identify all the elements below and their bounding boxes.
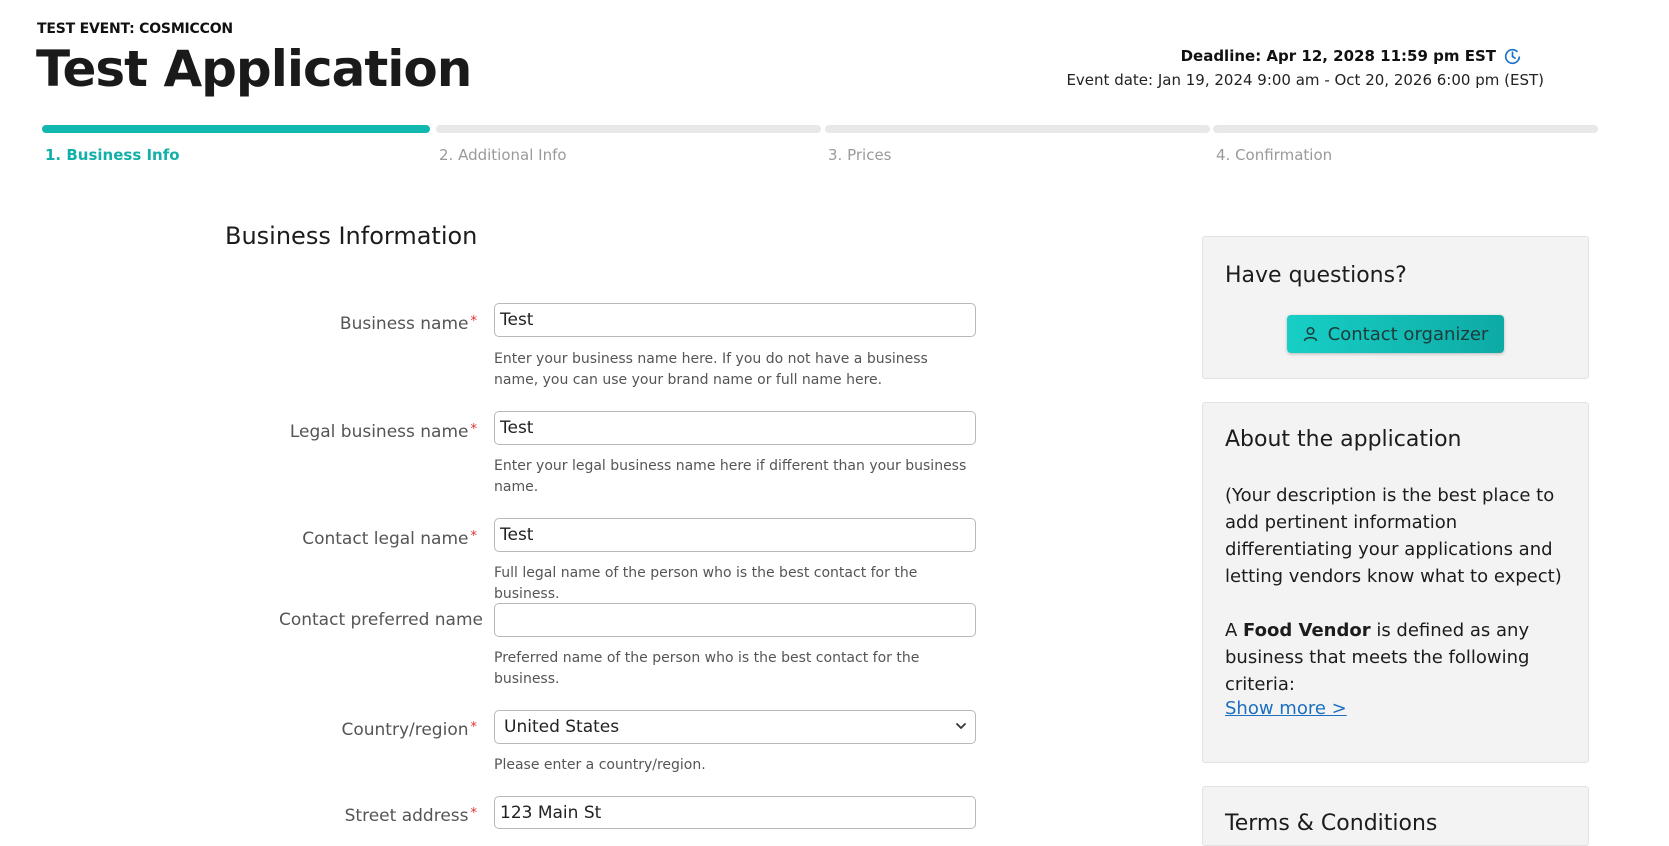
step-additional-info[interactable]: 2. Additional Info: [439, 146, 567, 164]
business-name-help: Enter your business name here. If you do…: [494, 351, 928, 388]
legal-business-name-label-text: Legal business name: [289, 422, 469, 442]
chevron-down-icon: [956, 723, 966, 729]
step-business-info[interactable]: 1. Business Info: [45, 146, 180, 164]
street-address-input[interactable]: 123 Main St: [494, 796, 976, 829]
country-region-label: Country/region *: [341, 720, 477, 740]
required-mark: *: [470, 720, 478, 735]
business-name-label-text: Business name: [339, 314, 469, 334]
step-confirmation[interactable]: 4. Confirmation: [1216, 146, 1332, 164]
country-region-value: United States: [504, 717, 620, 737]
country-region-help: Please enter a country/region.: [494, 757, 706, 773]
street-address-label-text: Street address: [344, 806, 469, 826]
about-description: (Your description is the best place to a…: [1225, 485, 1562, 587]
food-vendor-term: Food Vendor: [1243, 620, 1371, 641]
street-address-label: Street address *: [345, 806, 477, 826]
country-region-label-text: Country/region: [341, 720, 469, 740]
about-title: About the application: [1225, 427, 1462, 452]
contact-organizer-label: Contact organizer: [1327, 323, 1489, 345]
required-mark: *: [470, 806, 478, 821]
step-prices[interactable]: 3. Prices: [828, 146, 892, 164]
event-date: Event date: Jan 19, 2024 9:00 am - Oct 2…: [1066, 71, 1544, 89]
legal-business-name-help: Enter your legal business name here if d…: [494, 458, 967, 495]
business-name-input[interactable]: Test: [494, 303, 976, 337]
about-panel: About the application (Your description …: [1202, 402, 1589, 763]
contact-preferred-name-label: Contact preferred name: [279, 610, 483, 630]
step-bar-business-info: [42, 125, 430, 133]
step-bar-additional-info: [436, 125, 821, 133]
terms-title: Terms & Conditions: [1225, 811, 1438, 836]
section-title: Business Information: [225, 222, 478, 250]
terms-panel: Terms & Conditions: [1202, 786, 1589, 846]
business-name-label: Business name *: [340, 314, 477, 334]
contact-legal-name-label: Contact legal name *: [302, 529, 477, 549]
required-mark: *: [470, 422, 478, 437]
event-label: TEST EVENT: COSMICCON: [37, 21, 233, 37]
legal-business-name-input[interactable]: Test: [494, 411, 976, 445]
show-more-link[interactable]: Show more >: [1225, 698, 1347, 719]
contact-preferred-name-label-text: Contact preferred name: [278, 610, 483, 630]
contact-preferred-name-input[interactable]: [494, 603, 976, 637]
step-bar-confirmation: [1213, 125, 1598, 133]
contact-legal-name-input[interactable]: Test: [494, 518, 976, 552]
deadline: Deadline: Apr 12, 2028 11:59 pm EST: [1181, 47, 1521, 65]
required-mark: *: [470, 529, 478, 544]
page-title: Test Application: [36, 40, 472, 98]
contact-organizer-button[interactable]: Contact organizer: [1287, 315, 1504, 353]
user-icon: [1303, 326, 1317, 342]
contact-legal-name-help: Full legal name of the person who is the…: [494, 565, 918, 602]
clock-icon[interactable]: [1504, 48, 1521, 65]
food-vendor-prefix: A: [1225, 620, 1244, 641]
food-vendor-definition: A Food Vendor is defined as any business…: [1225, 617, 1565, 698]
questions-title: Have questions?: [1225, 263, 1407, 288]
country-region-select[interactable]: United States: [494, 710, 976, 744]
questions-panel: Have questions? Contact organizer: [1202, 236, 1589, 379]
deadline-text: Deadline: Apr 12, 2028 11:59 pm EST: [1180, 47, 1496, 65]
step-bar-prices: [825, 125, 1210, 133]
legal-business-name-label: Legal business name *: [290, 422, 477, 442]
contact-legal-name-label-text: Contact legal name: [302, 529, 469, 549]
contact-preferred-name-help: Preferred name of the person who is the …: [494, 650, 920, 687]
required-mark: *: [470, 314, 478, 329]
